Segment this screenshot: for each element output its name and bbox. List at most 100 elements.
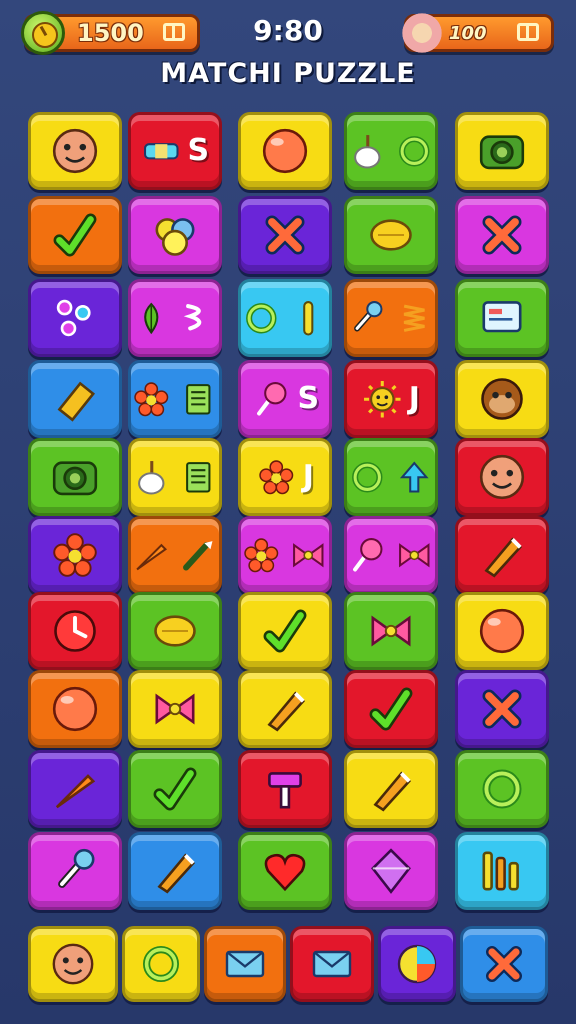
game-tile[interactable] [238,112,332,190]
game-tile[interactable] [128,279,222,357]
pie-icon [397,944,437,984]
game-tile[interactable] [28,112,122,190]
game-tile[interactable] [28,926,118,1002]
camera-icon [52,461,98,496]
game-tile[interactable] [28,279,122,357]
check-icon [153,767,197,811]
ring-icon [482,769,522,809]
heart-icon [264,853,306,892]
game-tile[interactable] [455,279,549,357]
game-tile[interactable] [28,592,122,670]
game-tile[interactable] [128,832,222,910]
cookie-face-icon [479,454,525,500]
carrot-icon [55,774,96,809]
dots-icon [56,299,91,337]
bow-icon [399,542,430,568]
game-tile[interactable] [344,592,438,670]
game-tile[interactable] [128,516,222,594]
clock-coin-icon [21,11,65,55]
timer-display: 9:80 [253,14,323,47]
game-tile[interactable] [28,516,122,594]
sun-face-icon [364,380,401,418]
game-tile[interactable]: S [238,360,332,438]
game-tile[interactable] [455,360,549,438]
marshmallow-icon [138,460,165,495]
game-tile[interactable] [460,926,548,1002]
pin-icon [58,848,95,888]
game-tile[interactable] [238,832,332,910]
gift-icon[interactable] [163,23,185,41]
game-tile[interactable] [344,670,438,748]
game-tile[interactable] [344,196,438,274]
game-tile[interactable] [28,196,122,274]
game-tile[interactable] [28,750,122,828]
game-tile[interactable]: J [344,360,438,438]
game-tile[interactable] [128,438,222,516]
gem-icon [371,848,411,894]
tile-symbol: S [297,381,320,416]
spring-icon [403,304,425,332]
game-tile[interactable] [455,832,549,910]
game-tile[interactable] [122,926,200,1002]
check-icon [369,687,413,731]
lemon-icon [370,219,412,251]
ball-icon [262,128,308,174]
flower-badge-icon [399,10,445,56]
lemon-icon [154,615,196,647]
game-tile[interactable] [238,750,332,828]
cross-icon [265,215,305,255]
bow-icon [155,693,195,725]
game-tile[interactable] [344,750,438,828]
game-tile[interactable] [238,592,332,670]
game-tile[interactable] [238,670,332,748]
game-tile[interactable]: J [238,438,332,516]
ring-icon [143,946,179,982]
game-tile[interactable] [455,112,549,190]
game-tile[interactable] [344,832,438,910]
game-tile[interactable] [128,360,222,438]
game-tile[interactable] [455,592,549,670]
game-tile[interactable] [28,438,122,516]
clock-icon [54,610,96,652]
game-tile[interactable] [344,516,438,594]
game-tile[interactable] [238,196,332,274]
game-tile[interactable] [344,279,438,357]
score-counter: 1500 [21,11,200,55]
cross-icon [486,946,522,982]
game-tile[interactable]: S [128,112,222,190]
ring-icon [352,461,383,493]
game-tile[interactable] [344,112,438,190]
game-tile[interactable] [290,926,374,1002]
game-tile[interactable] [455,750,549,828]
game-tile[interactable] [378,926,456,1002]
lives-counter: 100 [399,10,554,56]
bow-icon [371,615,411,647]
game-tile[interactable] [128,592,222,670]
gift-icon[interactable] [517,23,539,41]
game-tile[interactable] [28,832,122,910]
game-tile[interactable] [455,516,549,594]
tile-symbol: S [187,133,210,168]
envelope-icon [312,950,352,978]
game-tile[interactable] [128,196,222,274]
game-tile[interactable] [238,279,332,357]
game-tile[interactable] [455,670,549,748]
ball-icon [479,608,525,654]
lollipop-icon [353,537,383,572]
game-tile[interactable] [455,438,549,516]
bandage-icon [143,142,179,160]
game-tile[interactable] [238,516,332,594]
ring-icon [246,302,277,334]
game-tile[interactable] [344,438,438,516]
game-tile[interactable] [28,360,122,438]
game-tile[interactable] [128,670,222,748]
hammer-icon [268,772,302,809]
bar-icon [303,300,314,336]
check-icon [263,609,307,653]
note-icon [186,383,211,415]
game-tile[interactable] [128,750,222,828]
game-tile[interactable] [28,670,122,748]
game-tile[interactable] [455,196,549,274]
game-tile[interactable] [204,926,286,1002]
cross-icon [482,215,522,255]
